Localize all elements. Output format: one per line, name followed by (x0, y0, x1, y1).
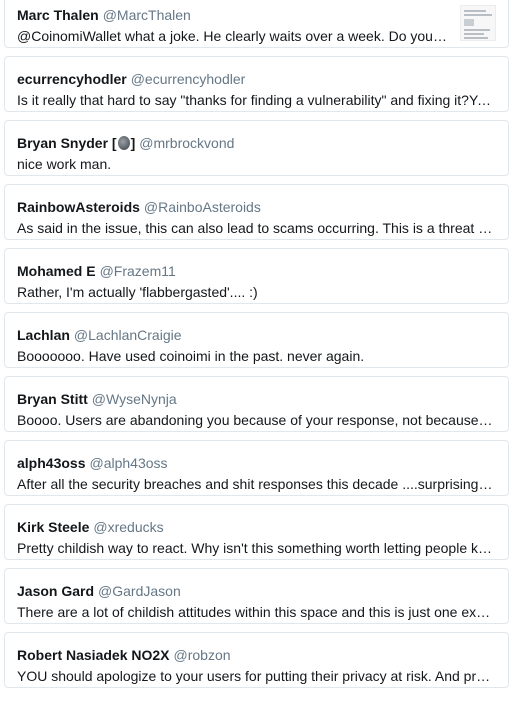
reply-card[interactable]: Jason Gard @GardJason There are a lot of … (4, 568, 509, 624)
reply-card[interactable]: alph43oss @alph43oss After all the securi… (4, 440, 509, 496)
user-handle[interactable]: @robzon (174, 647, 231, 663)
reply-card[interactable]: Marc Thalen @MarcThalen @CoinomiWallet wh… (4, 0, 509, 48)
user-handle[interactable]: @Frazem11 (100, 263, 176, 279)
user-handle[interactable]: @alph43oss (89, 455, 167, 471)
reply-text: There are a lot of childish attitudes wi… (17, 604, 495, 620)
reply-header: Lachlan @LachlanCraigie (17, 326, 182, 344)
reply-list: Marc Thalen @MarcThalen @CoinomiWallet wh… (4, 0, 509, 696)
user-handle[interactable]: @GardJason (98, 583, 181, 599)
reply-card[interactable]: Mohamed E @Frazem11 Rather, I'm actually … (4, 248, 509, 304)
user-handle[interactable]: @mrbrockvond (139, 135, 234, 151)
emoji-icon (117, 136, 130, 150)
reply-header: RainbowAsteroids @RainboAsteroids (17, 198, 261, 216)
reply-header: Kirk Steele @xreducks (17, 518, 164, 536)
display-name[interactable]: Jason Gard (17, 583, 94, 599)
reply-text: Booooooo. Have used coinoimi in the past… (17, 348, 365, 364)
reply-header: Bryan Stitt @WyseNynja (17, 390, 177, 408)
user-handle[interactable]: @xreducks (93, 519, 163, 535)
display-name[interactable]: Marc Thalen (17, 7, 99, 23)
reply-text: YOU should apologize to your users for p… (17, 668, 495, 684)
reply-card[interactable]: RainbowAsteroids @RainboAsteroids As said… (4, 184, 509, 240)
reply-card[interactable]: Robert Nasiadek NO2X @robzon YOU should a… (4, 632, 509, 688)
display-name[interactable]: Bryan Snyder [] (17, 135, 135, 151)
display-name-suffix: ] (130, 135, 136, 151)
display-name[interactable]: Robert Nasiadek NO2X (17, 647, 170, 663)
reply-card[interactable]: ecurrencyhodler @ecurrencyhodler Is it re… (4, 56, 509, 112)
user-handle[interactable]: @WyseNynja (92, 391, 177, 407)
reply-text: Rather, I'm actually 'flabbergasted'....… (17, 284, 258, 300)
media-thumbnail[interactable] (460, 5, 496, 41)
user-handle[interactable]: @MarcThalen (103, 7, 191, 23)
reply-header: Marc Thalen @MarcThalen (17, 6, 191, 24)
user-handle[interactable]: @ecurrencyhodler (131, 71, 246, 87)
display-name[interactable]: Lachlan (17, 327, 70, 343)
reply-header: Mohamed E @Frazem11 (17, 262, 176, 280)
reply-header: Jason Gard @GardJason (17, 582, 181, 600)
reply-header: Bryan Snyder [] @mrbrockvond (17, 134, 234, 152)
reply-header: Robert Nasiadek NO2X @robzon (17, 646, 231, 664)
reply-header: ecurrencyhodler @ecurrencyhodler (17, 70, 245, 88)
display-name[interactable]: Bryan Stitt (17, 391, 88, 407)
user-handle[interactable]: @RainboAsteroids (144, 199, 261, 215)
display-name[interactable]: ecurrencyhodler (17, 71, 127, 87)
reply-card[interactable]: Kirk Steele @xreducks Pretty childish way… (4, 504, 509, 560)
user-handle[interactable]: @LachlanCraigie (74, 327, 182, 343)
display-name[interactable]: alph43oss (17, 455, 85, 471)
display-name-text: Bryan Snyder [ (17, 135, 117, 151)
reply-text: Pretty childish way to react. Why isn't … (17, 540, 495, 556)
display-name[interactable]: Kirk Steele (17, 519, 89, 535)
reply-text: Boooo. Users are abandoning you because … (17, 412, 495, 428)
display-name[interactable]: RainbowAsteroids (17, 199, 140, 215)
reply-card[interactable]: Bryan Snyder [] @mrbrockvond nice work ma… (4, 120, 509, 176)
reply-text: After all the security breaches and shit… (17, 476, 495, 492)
reply-text: nice work man. (17, 156, 112, 172)
reply-text: @CoinomiWallet what a joke. He clearly w… (17, 28, 447, 44)
reply-header: alph43oss @alph43oss (17, 454, 168, 472)
reply-text: As said in the issue, this can also lead… (17, 220, 495, 236)
reply-card[interactable]: Lachlan @LachlanCraigie Booooooo. Have us… (4, 312, 509, 368)
display-name[interactable]: Mohamed E (17, 263, 96, 279)
reply-text: Is it really that hard to say "thanks fo… (17, 92, 495, 108)
reply-card[interactable]: Bryan Stitt @WyseNynja Boooo. Users are a… (4, 376, 509, 432)
